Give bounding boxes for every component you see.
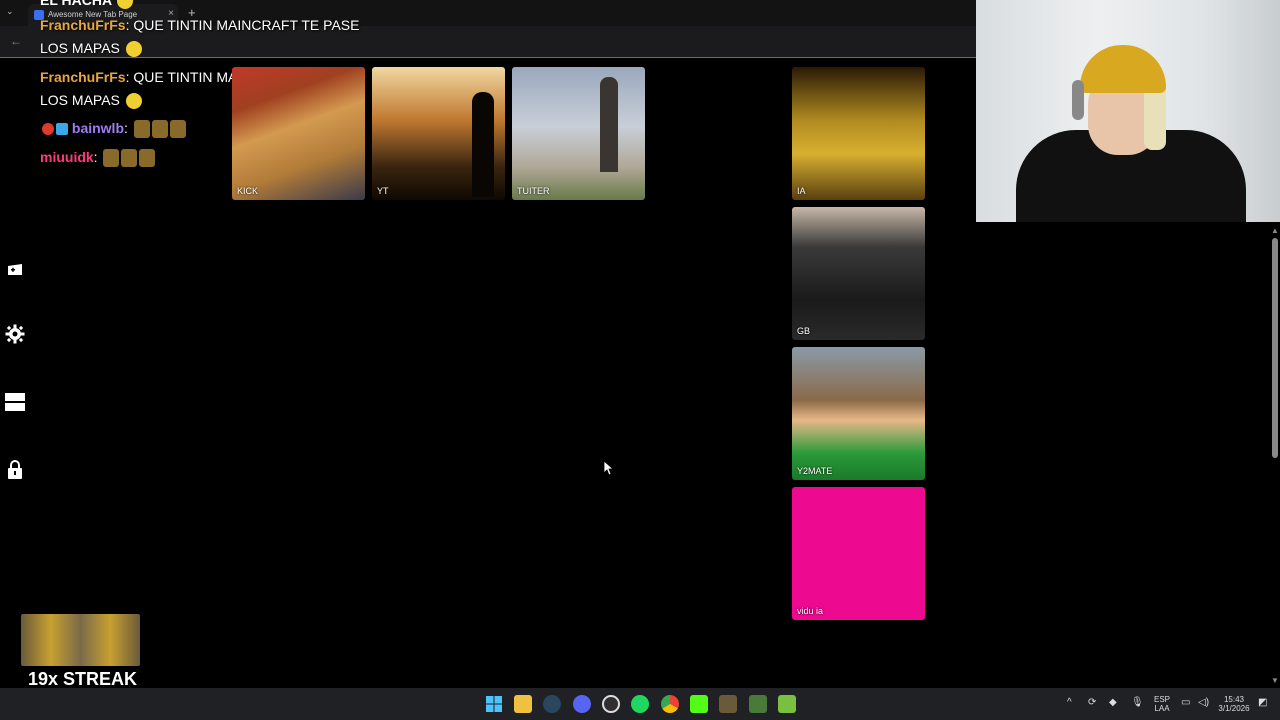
- minion-emote-icon: [133, 120, 150, 139]
- scroll-thumb[interactable]: [1272, 238, 1278, 458]
- chat-text: QUE TINTIN MAINCRAFT TE PASE: [133, 17, 360, 33]
- gear-icon[interactable]: [5, 324, 25, 344]
- tray-shield-icon[interactable]: ◆: [1109, 697, 1117, 708]
- minion-emote-icon: [151, 120, 168, 139]
- standing-figure: [600, 77, 618, 172]
- chat-username: FranchuFrFs: [40, 17, 126, 33]
- silhouette-figure: [472, 92, 494, 197]
- tab-list-button[interactable]: ⌄: [6, 6, 14, 17]
- mouse-cursor-icon: [604, 461, 614, 476]
- chat-message: miuuidk:: [40, 146, 156, 169]
- minion-emote-icon: [169, 120, 186, 139]
- minecraft-alt-icon[interactable]: [778, 695, 796, 713]
- windows-start-icon[interactable]: [485, 695, 503, 713]
- spotify-icon[interactable]: [631, 695, 649, 713]
- lock-icon[interactable]: [5, 460, 25, 480]
- tray-overflow-icon[interactable]: ^: [1067, 697, 1072, 708]
- gamepad-icon[interactable]: [5, 262, 25, 282]
- tile-label: GB: [797, 326, 811, 336]
- chat-message: FranchuFrFs: QUE TINTIN MAINCRAFT TE PAS…: [40, 14, 359, 60]
- clock-time: 15:43: [1223, 695, 1245, 704]
- volume-icon[interactable]: ◁): [1198, 697, 1209, 708]
- shortcut-tile-tuiter[interactable]: TUITER: [512, 67, 645, 200]
- shortcut-tile-y2mate[interactable]: Y2MATE: [792, 347, 925, 480]
- shortcut-tile-ia[interactable]: IA: [792, 67, 925, 200]
- chat-message-partial: EL HACHA: [40, 0, 134, 10]
- streamer-beanie: [1080, 45, 1166, 93]
- minion-emote-icon: [121, 149, 138, 168]
- lang-top: ESP: [1153, 695, 1170, 704]
- chat-text: EL HACHA: [40, 0, 112, 8]
- chat-separator: :: [93, 149, 98, 165]
- chat-username: FranchuFrFs: [40, 69, 126, 85]
- chat-message: bainwlb:: [40, 117, 186, 140]
- tile-label: Y2MATE: [797, 466, 833, 476]
- shortcut-tile-kick[interactable]: KICK: [232, 67, 365, 200]
- chat-separator: :: [124, 120, 128, 136]
- tile-label: vidu ia: [797, 606, 824, 616]
- chat-text-cont: LOS MAPAS: [40, 40, 120, 56]
- discord-icon[interactable]: [573, 695, 591, 713]
- network-icon[interactable]: ▭: [1181, 697, 1190, 708]
- chat-username: miuuidk: [40, 149, 94, 165]
- minecraft-icon[interactable]: [719, 695, 737, 713]
- steam-icon[interactable]: [543, 695, 561, 713]
- headphones: [1072, 80, 1084, 120]
- tile-label: IA: [797, 186, 806, 196]
- minecraft-launcher-icon[interactable]: [749, 695, 767, 713]
- tile-label: TUITER: [517, 186, 550, 196]
- badge-icon: [56, 123, 68, 136]
- shortcut-tile-gb[interactable]: GB: [792, 207, 925, 340]
- tile-label: KICK: [237, 186, 259, 196]
- scroll-down-icon[interactable]: ▼: [1271, 676, 1279, 685]
- minion-emote-icon: [103, 149, 120, 168]
- input-language-indicator[interactable]: ESP LAA: [1152, 695, 1172, 713]
- tray-sync-icon[interactable]: ⟳: [1088, 697, 1096, 708]
- back-button[interactable]: ←: [10, 34, 22, 48]
- lang-bottom: LAA: [1154, 704, 1170, 713]
- minion-emote-icon: [139, 149, 156, 168]
- chat-username: bainwlb: [71, 120, 125, 136]
- tile-label: YT: [377, 186, 389, 196]
- file-explorer-icon[interactable]: [514, 695, 532, 713]
- badge-icon: [42, 123, 54, 136]
- shortcut-tile-vidu-ia[interactable]: vidu ia: [792, 487, 925, 620]
- chrome-icon[interactable]: [661, 695, 679, 713]
- clock-date: 3/1/2026: [1218, 704, 1250, 713]
- webcam-overlay: [976, 0, 1280, 222]
- microphone-icon[interactable]: 🎙: [1131, 697, 1144, 708]
- notifications-icon[interactable]: ◩: [1258, 697, 1267, 708]
- minions-emote-image: [21, 614, 140, 666]
- scroll-up-icon[interactable]: ▲: [1271, 226, 1279, 235]
- emote-icon: [117, 0, 134, 10]
- streak-counter: 19x STREAK: [28, 669, 138, 689]
- obs-icon[interactable]: [602, 695, 620, 713]
- emote-icon: [125, 93, 142, 110]
- chat-text-cont: LOS MAPAS: [40, 92, 120, 108]
- layout-icon[interactable]: [5, 392, 25, 412]
- clock[interactable]: 15:43 3/1/2026: [1214, 695, 1254, 713]
- emote-icon: [125, 41, 142, 58]
- shortcut-tile-yt[interactable]: YT: [372, 67, 505, 200]
- kick-icon[interactable]: [690, 695, 708, 713]
